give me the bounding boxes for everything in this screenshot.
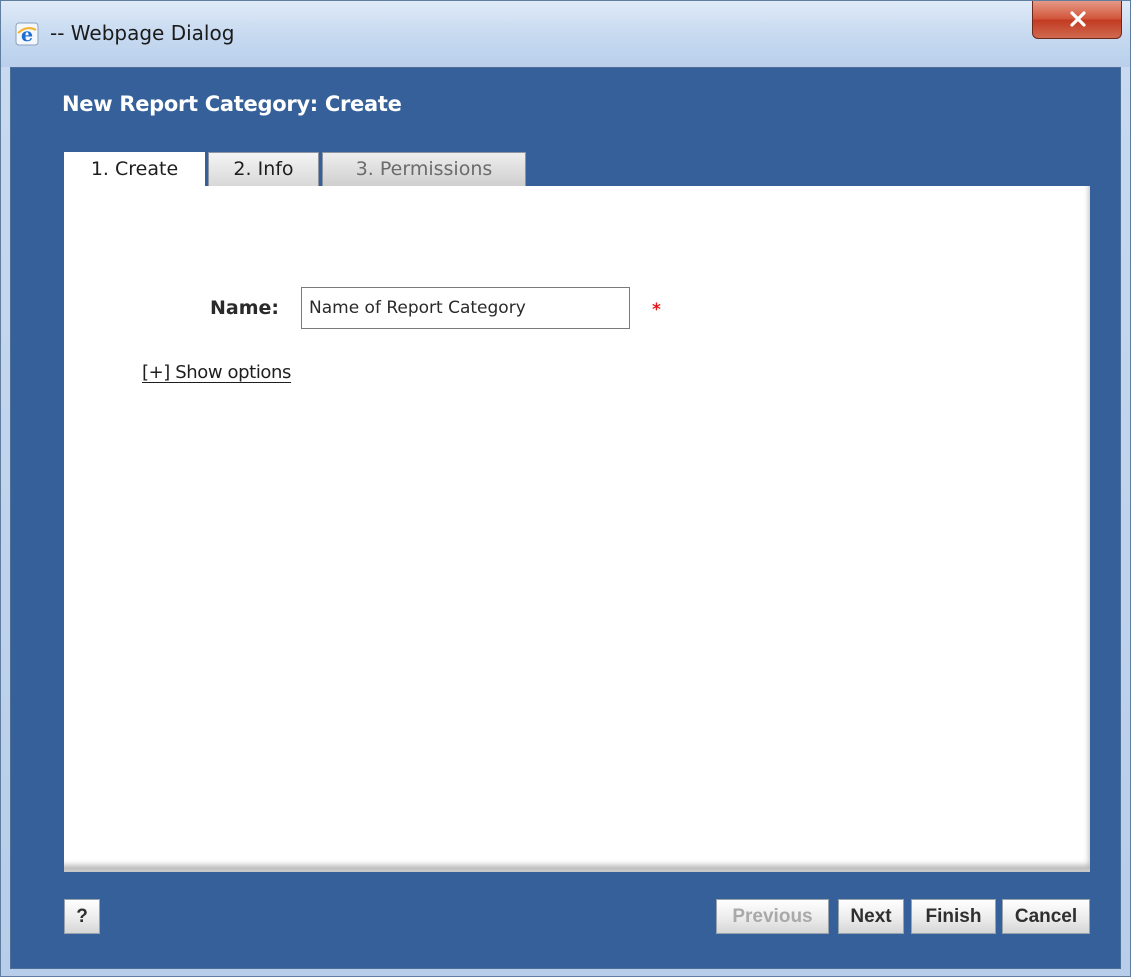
tab-create[interactable]: 1. Create: [64, 152, 205, 188]
name-label: Name:: [210, 297, 280, 319]
dialog-heading: New Report Category: Create: [62, 92, 402, 116]
tab-info[interactable]: 2. Info: [208, 152, 319, 186]
ie-icon: e: [15, 22, 39, 46]
name-input[interactable]: [301, 287, 630, 329]
show-options-link[interactable]: [+] Show options: [142, 362, 291, 383]
next-button[interactable]: Next: [838, 899, 904, 934]
cancel-button[interactable]: Cancel: [1002, 899, 1090, 934]
tab-permissions[interactable]: 3. Permissions: [322, 152, 526, 186]
previous-button[interactable]: Previous: [716, 899, 829, 934]
window-title: -- Webpage Dialog: [50, 21, 235, 45]
required-marker: *: [652, 300, 661, 320]
close-button[interactable]: [1032, 1, 1122, 39]
help-button[interactable]: ?: [64, 899, 100, 934]
finish-button[interactable]: Finish: [911, 899, 996, 934]
close-icon: [1070, 11, 1086, 27]
title-bar: e -- Webpage Dialog: [1, 1, 1130, 67]
